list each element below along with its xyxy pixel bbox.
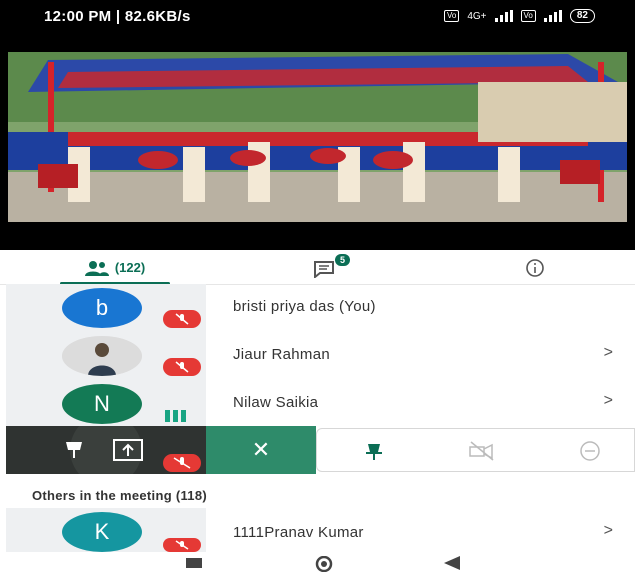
tab-chat[interactable]: 5 xyxy=(285,250,365,285)
panel-tabs: (122) 5 xyxy=(0,250,635,285)
participant-name: Nilaw Saikia xyxy=(233,394,319,411)
participant-row[interactable]: Jiaur Rahman > xyxy=(0,332,635,380)
mic-off-icon xyxy=(163,358,201,376)
participant-preview-dark xyxy=(6,414,206,486)
audio-level-icon xyxy=(165,410,186,422)
remove-icon[interactable] xyxy=(575,437,605,465)
chevron-right-icon[interactable]: > xyxy=(604,344,613,362)
pin-icon[interactable] xyxy=(359,437,389,465)
participant-action-bar: ✕ xyxy=(6,414,635,486)
video-feed[interactable] xyxy=(0,32,635,250)
volte-icon: Vo xyxy=(444,10,460,22)
video-frame-image xyxy=(8,52,627,222)
participant-row[interactable]: b bristi priya das (You) xyxy=(0,284,635,332)
mic-off-icon xyxy=(163,538,201,552)
participant-name: bristi priya das (You) xyxy=(233,298,376,315)
people-count: (122) xyxy=(114,260,146,275)
chat-unread-badge: 5 xyxy=(335,254,351,266)
system-nav-bar xyxy=(0,552,635,575)
status-icons: Vo 4G+ Vo 82 xyxy=(444,9,595,23)
status-bar: 12:00 PM | 82.6KB/s Vo 4G+ Vo 82 xyxy=(0,0,635,32)
signal-icon xyxy=(494,10,513,22)
info-icon xyxy=(526,258,544,277)
recents-icon[interactable] xyxy=(184,556,204,570)
participant-tools xyxy=(316,428,635,472)
tab-info[interactable] xyxy=(495,250,575,285)
network-type-label: 4G+ xyxy=(467,10,487,22)
signal-icon-2 xyxy=(543,10,562,22)
back-icon[interactable] xyxy=(442,556,462,570)
avatar: b xyxy=(62,288,142,328)
battery-level: 82 xyxy=(569,9,595,23)
volte-icon-2: Vo xyxy=(520,10,536,22)
mic-off-icon xyxy=(163,310,201,328)
status-time-speed: 12:00 PM | 82.6KB/s xyxy=(44,8,191,25)
people-icon xyxy=(84,260,109,276)
tab-people[interactable]: (122) xyxy=(50,250,180,285)
participant-name: 1111Pranav Kumar xyxy=(233,524,364,541)
chevron-right-icon[interactable]: > xyxy=(604,392,613,410)
avatar: N xyxy=(62,384,142,424)
participant-row[interactable]: K 1111Pranav Kumar > xyxy=(0,508,635,556)
avatar: K xyxy=(62,512,142,552)
profile-photo-image xyxy=(62,336,142,376)
participant-row[interactable]: N Nilaw Saikia > xyxy=(0,380,635,428)
others-section-title: Others in the meeting (118) xyxy=(32,488,207,503)
mute-disabled-icon[interactable] xyxy=(467,437,497,465)
avatar xyxy=(62,336,142,376)
home-icon[interactable] xyxy=(310,556,338,572)
close-button[interactable]: ✕ xyxy=(206,426,316,474)
chevron-right-icon[interactable]: > xyxy=(604,522,613,540)
pin-present-icons xyxy=(66,414,201,486)
participant-name: Jiaur Rahman xyxy=(233,346,330,363)
